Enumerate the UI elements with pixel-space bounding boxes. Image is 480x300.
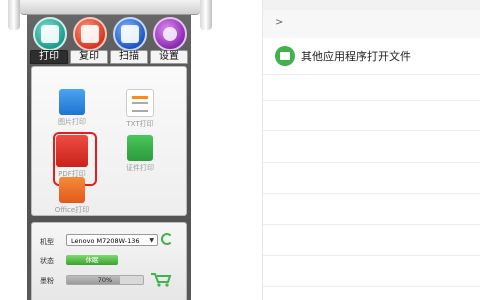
status-badge: 休眠 <box>66 255 118 265</box>
status-value: 休眠 <box>85 256 99 264</box>
app-office-print[interactable]: Office打印 <box>48 177 96 215</box>
model-value: Lenovo M7208W-136 <box>71 237 140 245</box>
chevron-right-icon: > <box>275 17 284 28</box>
list-separator <box>263 224 480 225</box>
image-icon <box>59 89 85 115</box>
list-separator <box>263 193 480 194</box>
app-label: 证件打印 <box>126 164 154 172</box>
tab-print[interactable]: 打印 <box>30 50 68 64</box>
shopping-cart-icon[interactable] <box>150 272 172 288</box>
tab-scan[interactable]: 扫描 <box>110 50 148 64</box>
app-label: 图片打印 <box>58 118 86 126</box>
panel-roller-left <box>8 0 20 30</box>
folder-icon <box>275 46 295 66</box>
office-icon <box>59 177 85 203</box>
print-apps-grid: 图片打印 TXT打印 PDF打印 证件打印 Office打印 <box>31 66 187 216</box>
model-select[interactable]: Lenovo M7208W-136 ▼ <box>66 234 158 246</box>
app-image-print[interactable]: 图片打印 <box>48 89 96 127</box>
printer-info: 机型 Lenovo M7208W-136 ▼ 状态 休眠 墨粉 70% <box>31 222 187 300</box>
toner-value: 70% <box>97 276 113 284</box>
refresh-icon[interactable] <box>161 233 173 245</box>
print-icon[interactable] <box>33 17 67 51</box>
list-separator <box>263 255 480 256</box>
list-separator <box>263 130 480 131</box>
app-label: Office打印 <box>54 206 90 214</box>
chevron-down-icon: ▼ <box>149 237 154 244</box>
toner-progress: 70% <box>66 275 144 285</box>
id-card-icon <box>127 135 153 161</box>
copy-icon[interactable] <box>73 17 107 51</box>
list-item-expand[interactable]: > <box>263 10 480 39</box>
text-document-icon <box>126 89 154 117</box>
panel-roller-right <box>200 0 212 30</box>
app-id-print[interactable]: 证件打印 <box>116 135 164 173</box>
app-txt-print[interactable]: TXT打印 <box>116 89 164 129</box>
list-separator <box>263 162 480 163</box>
app-label: TXT打印 <box>126 120 154 128</box>
mode-tabs: 打印 复印 扫描 设置 <box>30 50 188 64</box>
scan-icon[interactable] <box>113 17 147 51</box>
tab-settings[interactable]: 设置 <box>150 50 188 64</box>
toner-label: 墨粉 <box>40 277 54 285</box>
screen: 打印 复印 扫描 设置 图片打印 TXT打印 PDF打印 证件打印 Office… <box>0 0 480 300</box>
list-item-other-apps[interactable]: 其他应用程序打开文件 <box>263 38 480 75</box>
status-label: 状态 <box>40 257 54 265</box>
list-separator <box>263 286 480 287</box>
list-separator <box>263 100 480 101</box>
model-label: 机型 <box>40 238 54 246</box>
other-apps-label: 其他应用程序打开文件 <box>301 50 411 63</box>
app-pdf-print[interactable]: PDF打印 <box>48 132 97 186</box>
tab-copy[interactable]: 复印 <box>70 50 108 64</box>
panel-top-cap <box>20 0 200 15</box>
settings-icon[interactable] <box>153 17 187 51</box>
